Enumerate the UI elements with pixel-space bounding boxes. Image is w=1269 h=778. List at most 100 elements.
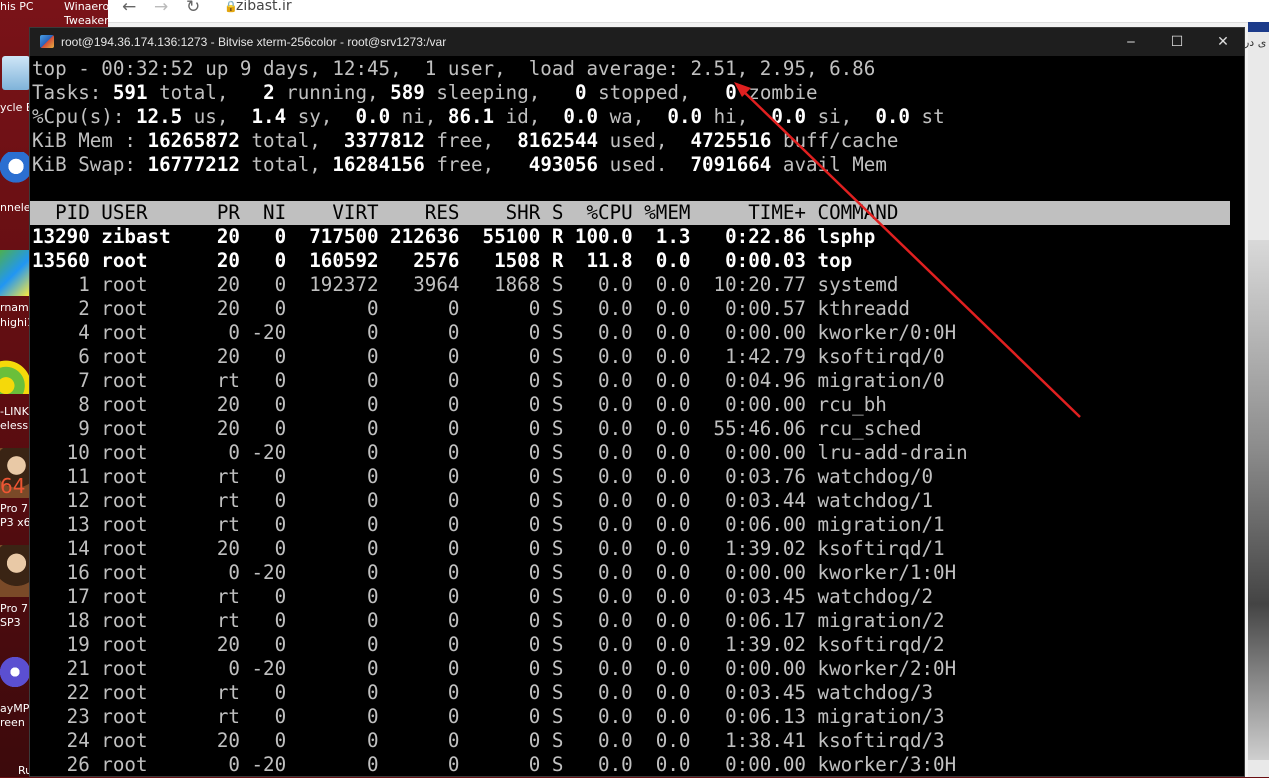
- stat-value: 0.0: [355, 105, 391, 128]
- process-row: 1 root 20 0 192372 3964 1868 S 0.0 0.0 1…: [32, 273, 899, 296]
- process-row: 22 root rt 0 0 0 0 S 0.0 0.0 0:03.45 wat…: [32, 681, 934, 704]
- stat-value: 2: [263, 81, 275, 104]
- process-row: 4 root 0 -20 0 0 0 S 0.0 0.0 0:00.00 kwo…: [32, 321, 957, 344]
- stat-value: 3377812: [343, 129, 425, 152]
- browser-toolbar: ← → ↻ 🔒 zibast.ir: [108, 0, 1269, 23]
- stat-label: id,: [494, 105, 564, 128]
- stat-label: %Cpu(s):: [32, 105, 136, 128]
- process-row: 7 root rt 0 0 0 0 S 0.0 0.0 0:04.96 migr…: [32, 369, 945, 392]
- stat-value: 0.0: [875, 105, 910, 128]
- stat-value: 16777212: [147, 153, 240, 176]
- tweaker-label: Tweaker: [64, 14, 109, 27]
- maximize-button[interactable]: ☐: [1154, 30, 1200, 54]
- winaero-label: Winaero: [64, 0, 110, 13]
- window-title: root@194.36.174.136:1273 - Bitvise xterm…: [61, 35, 447, 49]
- process-row: 12 root rt 0 0 0 0 S 0.0 0.0 0:03.44 wat…: [32, 489, 934, 512]
- stat-label: total,: [147, 81, 264, 104]
- desktop-icon-label: rnam: [0, 301, 29, 314]
- process-row: 16 root 0 -20 0 0 0 S 0.0 0.0 0:00.00 kw…: [32, 561, 957, 584]
- stat-value: 1.4: [251, 105, 287, 128]
- process-row: 2 root 20 0 0 0 0 S 0.0 0.0 0:00.57 kthr…: [32, 297, 910, 320]
- minimize-button[interactable]: ‒: [1108, 30, 1154, 54]
- page-text-fragment: ی در: [1244, 36, 1267, 49]
- stat-value: 0.0: [563, 105, 599, 128]
- stat-value: 12.5: [135, 105, 183, 128]
- stat-label: avail Mem: [771, 153, 887, 176]
- process-row: 14 root 20 0 0 0 0 S 0.0 0.0 1:39.02 kso…: [32, 537, 945, 560]
- stat-label: free,: [424, 129, 518, 152]
- stat-value: 0.0: [771, 105, 807, 128]
- process-row: 26 root 0 -20 0 0 0 S 0.0 0.0 0:00.00 kw…: [32, 753, 957, 776]
- desktop-icon-label: his PC: [0, 0, 34, 13]
- stat-label: running,: [274, 81, 391, 104]
- stat-label: stopped,: [586, 81, 726, 104]
- page-header-strip: [1248, 22, 1269, 32]
- desktop-icon-this-pc[interactable]: his PC: [0, 0, 34, 14]
- close-button[interactable]: ✕: [1200, 30, 1246, 54]
- process-row: 9 root 20 0 0 0 0 S 0.0 0.0 55:46.06 rcu…: [32, 417, 922, 440]
- desktop-icon-label: -LINK: [0, 405, 29, 418]
- cpu-line: %Cpu(s): 12.5 us, 1.4 sy, 0.0 ni, 86.1 i…: [32, 105, 945, 129]
- stat-label: sy,: [286, 105, 356, 128]
- playmp4-icon[interactable]: [0, 652, 30, 692]
- stat-label: hi,: [702, 105, 772, 128]
- mem-line: KiB Mem : 16265872 total, 3377812 free, …: [32, 129, 898, 153]
- stat-label: total,: [239, 129, 344, 152]
- process-row: 23 root rt 0 0 0 0 S 0.0 0.0 0:06.13 mig…: [32, 705, 945, 728]
- process-row: 18 root rt 0 0 0 0 S 0.0 0.0 0:06.17 mig…: [32, 609, 945, 632]
- stat-value: 7091664: [690, 153, 772, 176]
- desktop-icon-label: Pro 7: [0, 502, 28, 515]
- forward-arrow-icon[interactable]: →: [154, 0, 168, 17]
- address-bar[interactable]: zibast.ir: [236, 0, 292, 14]
- stat-label: sleeping,: [424, 81, 575, 104]
- process-row: 11 root rt 0 0 0 0 S 0.0 0.0 0:03.76 wat…: [32, 465, 934, 488]
- stat-label: st: [909, 105, 945, 128]
- stat-value: 16284156: [332, 153, 425, 176]
- wifi-icon[interactable]: [0, 352, 30, 394]
- back-arrow-icon[interactable]: ←: [122, 0, 136, 17]
- top-summary-line: top - 00:32:52 up 9 days, 12:45, 1 user,…: [32, 57, 876, 80]
- terminal-scrollbar[interactable]: [1230, 57, 1244, 776]
- process-row: 13560 root 20 0 160592 2576 1508 R 11.8 …: [32, 249, 853, 272]
- desktop-icon-label: Pro 7: [0, 602, 28, 615]
- recycle-bin-icon[interactable]: [2, 56, 30, 90]
- process-table-header: PID USER PR NI VIRT RES SHR S %CPU %MEM …: [30, 201, 1230, 225]
- stat-label: us,: [182, 105, 252, 128]
- tasks-line: Tasks: 591 total, 2 running, 589 sleepin…: [32, 81, 818, 105]
- bitvise-icon[interactable]: [40, 35, 54, 48]
- process-row: 8 root 20 0 0 0 0 S 0.0 0.0 0:00.00 rcu_…: [32, 393, 887, 416]
- stat-value: 591: [112, 81, 148, 104]
- app-icon-green[interactable]: [0, 250, 30, 296]
- stat-value: 0: [575, 81, 587, 104]
- terminal-window[interactable]: root@194.36.174.136:1273 - Bitvise xterm…: [29, 27, 1245, 777]
- process-row: 17 root rt 0 0 0 0 S 0.0 0.0 0:03.45 wat…: [32, 585, 934, 608]
- stat-value: 0: [725, 81, 737, 104]
- page-image: [1248, 240, 1269, 760]
- process-row: 24 root 20 0 0 0 0 S 0.0 0.0 1:38.41 kso…: [32, 729, 945, 752]
- process-row: 21 root 0 -20 0 0 0 S 0.0 0.0 0:00.00 kw…: [32, 657, 957, 680]
- stat-label: KiB Mem :: [32, 129, 148, 152]
- process-row: 6 root 20 0 0 0 0 S 0.0 0.0 1:42.79 ksof…: [32, 345, 945, 368]
- process-row: 19 root 20 0 0 0 0 S 0.0 0.0 1:39.02 kso…: [32, 633, 945, 656]
- stat-value: 4725516: [690, 129, 772, 152]
- stat-label: used,: [598, 129, 691, 152]
- reload-icon[interactable]: ↻: [186, 0, 200, 17]
- terminal-screen[interactable]: top - 00:32:52 up 9 days, 12:45, 1 user,…: [30, 57, 1230, 776]
- portrait-icon-2[interactable]: [0, 545, 30, 597]
- stat-value: 589: [390, 81, 425, 104]
- stat-label: total,: [239, 153, 333, 176]
- winaero-tweaker-label[interactable]: Winaero Tweaker: [64, 0, 109, 28]
- tunnelier-icon[interactable]: [0, 152, 32, 188]
- stat-value: 8162544: [517, 129, 599, 152]
- process-row: 10 root 0 -20 0 0 0 S 0.0 0.0 0:00.00 lr…: [32, 441, 968, 464]
- stat-label: wa,: [598, 105, 668, 128]
- stat-value: 16265872: [147, 129, 240, 152]
- desktop-icon-label: SP3: [0, 616, 21, 629]
- stat-label: si,: [806, 105, 876, 128]
- window-titlebar[interactable]: root@194.36.174.136:1273 - Bitvise xterm…: [30, 28, 1244, 56]
- stat-label: zombie: [736, 81, 818, 104]
- stat-value: 493056: [528, 153, 599, 176]
- stat-label: buff/cache: [771, 129, 899, 152]
- swap-line: KiB Swap: 16777212 total, 16284156 free,…: [32, 153, 887, 177]
- stat-label: ni,: [390, 105, 448, 128]
